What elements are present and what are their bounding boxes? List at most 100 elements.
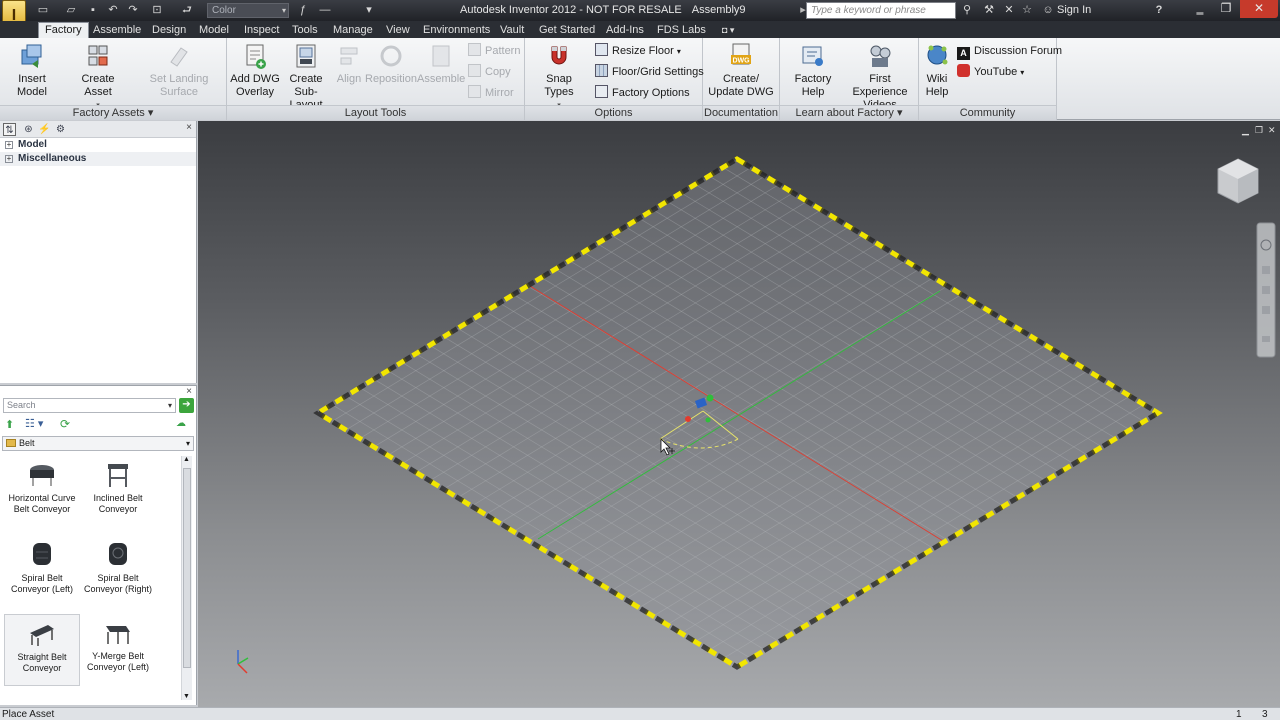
panel-title-factory-assets[interactable]: Factory Assets ▾ <box>0 105 226 120</box>
subscription-icon[interactable]: ⚒ <box>982 3 996 17</box>
cloud-sync-icon[interactable]: ☁ <box>176 418 186 429</box>
align-button[interactable]: Align <box>335 42 363 86</box>
up-folder-icon[interactable]: ⬆ <box>5 418 14 431</box>
asset-spiral-belt-conveyor-left[interactable]: Spiral Belt Conveyor (Left) <box>4 536 80 608</box>
sign-in-link[interactable]: Sign In <box>1057 4 1091 16</box>
discussion-forum-button[interactable]: A Discussion Forum <box>957 43 1062 60</box>
zoom-icon[interactable] <box>1262 286 1270 294</box>
tab-design[interactable]: Design <box>152 23 186 38</box>
youtube-button[interactable]: YouTube ▾ <box>957 64 1024 80</box>
pan-icon[interactable] <box>1262 266 1270 274</box>
save-icon[interactable]: ▪ <box>86 3 100 17</box>
navigation-bar[interactable] <box>1256 222 1276 358</box>
triad-red-handle[interactable] <box>685 416 691 422</box>
close-button[interactable]: ✕ <box>1240 0 1278 18</box>
tab-factory[interactable]: Factory <box>38 22 89 38</box>
settings-icon[interactable]: ⚙ <box>54 123 67 136</box>
communication-icon[interactable]: ✕ <box>1002 3 1016 17</box>
material-icon[interactable]: — <box>318 3 332 17</box>
refresh-icon[interactable]: ⟳ <box>60 417 70 431</box>
open-icon[interactable]: ▱ <box>64 3 78 17</box>
triad-green-handle[interactable] <box>706 394 714 402</box>
asset-browser-close-icon[interactable]: × <box>186 386 192 397</box>
create-sub-layout-button[interactable]: CreateSub-Layout <box>279 42 333 112</box>
add-dwg-overlay-button[interactable]: Add DWG Overlay <box>229 42 281 99</box>
category-dropdown-icon[interactable]: ▾ <box>186 437 190 450</box>
filter-icon[interactable]: ⇅ <box>3 123 16 136</box>
copy-button[interactable]: Copy <box>468 64 511 80</box>
view-options-icon[interactable]: ☷ ▾ <box>25 417 43 430</box>
tab-view[interactable]: View <box>386 23 410 38</box>
asset-inclined-belt-conveyor[interactable]: Inclined Belt Conveyor <box>80 456 156 528</box>
expand-icon[interactable]: + <box>5 155 13 163</box>
factory-options-button[interactable]: Factory Options <box>595 85 690 101</box>
snap-types-button[interactable]: Snap Types ▾ <box>531 42 587 112</box>
tab-vault[interactable]: Vault <box>500 23 524 38</box>
binoculars-icon[interactable]: ⚲ <box>960 3 974 17</box>
select-icon[interactable]: ⊡ <box>150 3 164 17</box>
asset-y-merge-belt-conveyor-left[interactable]: Y-Merge Belt Conveyor (Left) <box>80 614 156 686</box>
create-update-dwg-button[interactable]: DWG Create/Update DWG <box>707 42 775 99</box>
triad-green-handle-2[interactable] <box>705 417 711 423</box>
factory-help-button[interactable]: Factory Help <box>783 42 843 99</box>
lightning-icon[interactable]: ⚡ <box>38 123 51 136</box>
wiki-help-button[interactable]: Wiki Help <box>921 42 953 99</box>
user-icon[interactable]: ☺ <box>1041 3 1055 17</box>
scroll-down-icon[interactable]: ▼ <box>183 693 190 700</box>
tab-assemble[interactable]: Assemble <box>93 23 141 38</box>
tree-item-model[interactable]: + Model <box>0 138 196 152</box>
favorites-star-icon[interactable]: ☆ <box>1020 3 1034 17</box>
insert-model-button[interactable]: Insert Model <box>2 42 62 99</box>
asset-spiral-belt-conveyor-right[interactable]: Spiral Belt Conveyor (Right) <box>80 536 156 608</box>
search-dropdown-icon[interactable]: ▾ <box>168 399 172 412</box>
look-at-icon[interactable] <box>1262 336 1270 342</box>
viewcube[interactable] <box>1217 158 1259 204</box>
tab-get-started[interactable]: Get Started <box>539 23 595 38</box>
mirror-button[interactable]: Mirror <box>468 85 514 101</box>
graphics-viewport[interactable]: ▁ ❐ ✕ <box>198 121 1280 707</box>
reposition-button[interactable]: Reposition <box>365 42 417 86</box>
create-asset-button[interactable]: Create Asset ▾ <box>67 42 129 112</box>
scroll-up-icon[interactable]: ▲ <box>183 456 190 463</box>
tab-add-ins[interactable]: Add-Ins <box>606 23 644 38</box>
color-selector[interactable]: Color ▾ <box>207 3 289 18</box>
pattern-button[interactable]: Pattern <box>468 43 520 59</box>
tab-fds-labs[interactable]: FDS Labs <box>657 23 706 38</box>
tab-model[interactable]: Model <box>199 23 229 38</box>
expand-icon[interactable]: + <box>5 141 13 149</box>
viewport-close-icon[interactable]: ✕ <box>1268 126 1276 136</box>
customize-icon[interactable]: ▾ <box>362 3 376 17</box>
asset-horizontal-curve-belt-conveyor[interactable]: Horizontal Curve Belt Conveyor <box>4 456 80 528</box>
asset-scrollbar[interactable]: ▲ ▼ <box>181 456 192 700</box>
floor-grid-settings-button[interactable]: Floor/Grid Settings <box>595 64 704 80</box>
asset-straight-belt-conveyor[interactable]: Straight Belt Conveyor <box>4 614 80 686</box>
set-landing-surface-button[interactable]: Set Landing Surface <box>134 42 224 99</box>
help-icon[interactable]: ? <box>1152 3 1166 17</box>
undo-icon[interactable]: ↶ <box>106 3 120 17</box>
assemble-button[interactable]: Assemble <box>417 42 465 86</box>
tree-item-miscellaneous[interactable]: + Miscellaneous <box>0 152 196 166</box>
search-go-button[interactable]: ➔ <box>179 398 194 413</box>
viewport-canvas[interactable]: ▁ ❐ ✕ <box>198 121 1280 707</box>
browser-close-icon[interactable]: × <box>186 122 192 133</box>
orbit-icon[interactable] <box>1262 306 1270 314</box>
first-experience-videos-button[interactable]: First ExperienceVideos <box>844 42 916 112</box>
tab-inspect[interactable]: Inspect <box>244 23 279 38</box>
asset-category-select[interactable]: Belt ▾ <box>2 436 194 451</box>
restore-button[interactable]: ❐ <box>1212 0 1240 18</box>
tab-manage[interactable]: Manage <box>333 23 373 38</box>
find-icon[interactable]: ⊛ <box>22 123 35 136</box>
help-search-input[interactable]: Type a keyword or phrase <box>806 2 956 19</box>
ribbon-display-toggle-icon[interactable]: ◘ ▾ <box>722 23 734 38</box>
new-icon[interactable]: ▭ <box>36 3 50 17</box>
viewport-minimize-icon[interactable]: ▁ <box>1241 126 1250 136</box>
fx-icon[interactable]: ƒ <box>296 3 310 17</box>
tab-environments[interactable]: Environments <box>423 23 490 38</box>
viewport-restore-icon[interactable]: ❐ <box>1255 126 1263 136</box>
panel-title-learn-about-factory[interactable]: Learn about Factory ▾ <box>780 105 918 120</box>
minimize-button[interactable]: ‗ <box>1186 0 1214 18</box>
tab-tools[interactable]: Tools <box>292 23 318 38</box>
redo-icon[interactable]: ↷ <box>126 3 140 17</box>
return-icon[interactable]: ⮐ <box>180 3 194 17</box>
asset-search-input[interactable]: Search ▾ <box>3 398 176 413</box>
